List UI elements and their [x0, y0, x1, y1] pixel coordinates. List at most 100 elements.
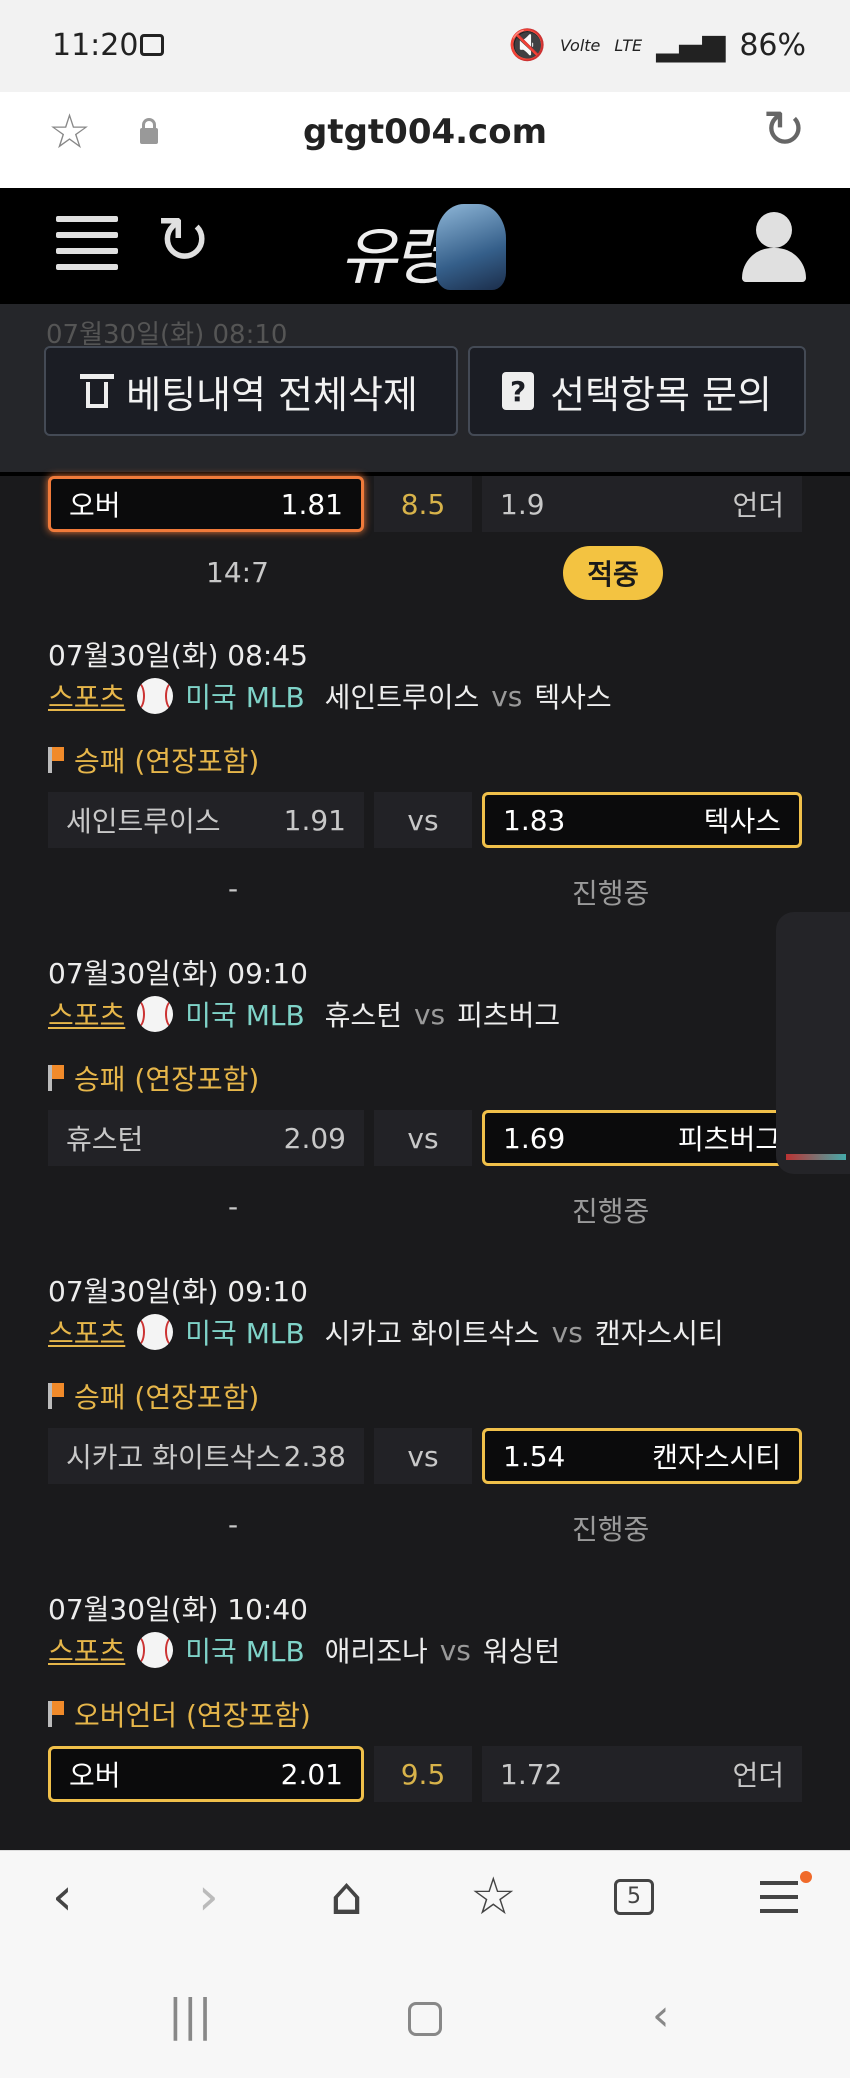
- reload-icon[interactable]: ↻: [762, 104, 806, 156]
- browser-menu-icon[interactable]: [760, 1881, 798, 1923]
- bet-datetime: 07월30일(화) 09:10: [48, 957, 308, 990]
- bet-datetime: 07월30일(화) 10:40: [48, 1593, 308, 1626]
- refresh-icon[interactable]: ↻: [156, 208, 211, 274]
- market-line: 승패 (연장포함): [48, 1376, 259, 1416]
- delete-all-history-button[interactable]: 베팅내역 전체삭제: [44, 346, 458, 436]
- bet-league-line: 스포츠 미국 MLB 세인트루이스 vs 텍사스: [48, 676, 612, 716]
- sport-link[interactable]: 스포츠: [48, 1630, 125, 1670]
- gallery-notification-icon: [140, 34, 164, 56]
- sport-link[interactable]: 스포츠: [48, 676, 125, 716]
- flag-icon: [48, 1701, 64, 1727]
- market-line: 승패 (연장포함): [48, 1058, 259, 1098]
- bet-odds-row: 세인트루이스 1.91 vs 1.83 텍사스: [48, 792, 802, 848]
- notification-dot: [800, 1871, 812, 1883]
- floating-side-panel[interactable]: [776, 912, 850, 1174]
- home-team: 세인트루이스: [324, 681, 480, 714]
- recent-apps-icon[interactable]: |||: [168, 1994, 212, 2038]
- bet-score: -: [228, 1190, 239, 1223]
- status-bar: 11:20 🔇 Volte LTE ▂▄▆ 86%: [0, 0, 850, 92]
- result-hit-badge: 적중: [563, 546, 663, 600]
- market-name: 승패 (연장포함): [74, 745, 260, 778]
- vs-text: vs: [413, 997, 446, 1031]
- odds-vs: vs: [374, 1110, 472, 1166]
- bet-datetime: 07월30일(화) 08:45: [48, 639, 308, 672]
- volte-icon: Volte: [560, 36, 601, 55]
- system-nav-bar: ||| ‹: [0, 1960, 850, 2078]
- odds-vs: vs: [374, 792, 472, 848]
- bet-score: -: [228, 1508, 239, 1541]
- sport-link[interactable]: 스포츠: [48, 994, 125, 1034]
- odds-away-selected[interactable]: 1.69 피츠버그: [482, 1110, 802, 1166]
- flag-icon: [48, 747, 64, 773]
- menu-icon[interactable]: [56, 216, 118, 278]
- home-icon[interactable]: ⌂: [330, 1871, 363, 1923]
- odds-home[interactable]: 휴스턴 2.09: [48, 1110, 364, 1166]
- vs-text: vs: [491, 679, 523, 713]
- market-name: 승패 (연장포함): [74, 1381, 260, 1414]
- baseball-icon: [137, 1314, 174, 1350]
- delete-all-label: 베팅내역 전체삭제: [126, 372, 418, 417]
- away-team: 캔자스시티: [594, 1317, 724, 1350]
- away-team: 텍사스: [534, 681, 612, 714]
- back-icon[interactable]: ‹: [52, 1871, 73, 1923]
- battery-text: 86%: [739, 28, 806, 63]
- odds-over-selected[interactable]: 오버 2.01: [48, 1746, 364, 1802]
- odds-home[interactable]: 시카고 화이트삭스 2.38: [48, 1428, 364, 1484]
- question-icon: ?: [502, 372, 535, 410]
- baseball-icon: [137, 996, 174, 1032]
- trash-icon: [80, 374, 115, 408]
- baseball-icon: [137, 1632, 174, 1668]
- bet-status: 진행중: [572, 877, 650, 910]
- odds-away-selected[interactable]: 1.54 캔자스시티: [482, 1428, 802, 1484]
- odds-under[interactable]: 1.9 언더: [482, 476, 802, 532]
- mute-icon: 🔇: [508, 28, 547, 63]
- bet-league-line: 스포츠 미국 MLB 휴스턴 vs 피츠버그: [48, 994, 560, 1034]
- odds-home[interactable]: 세인트루이스 1.91: [48, 792, 364, 848]
- tabs-icon[interactable]: 5: [614, 1879, 654, 1915]
- inquiry-label: 선택항목 문의: [550, 372, 772, 417]
- bookmarks-icon[interactable]: ☆: [470, 1871, 517, 1923]
- bet-league-line: 스포츠 미국 MLB 애리조나 vs 워싱턴: [48, 1630, 560, 1670]
- action-toolbar: 베팅내역 전체삭제 ? 선택항목 문의: [0, 340, 850, 452]
- odds-over-selected[interactable]: 오버 1.81: [48, 476, 364, 532]
- vs-text: vs: [551, 1315, 583, 1349]
- site-logo[interactable]: 유령: [340, 200, 510, 294]
- market-line: 오버언더 (연장포함): [48, 1694, 311, 1734]
- bet-odds-row: 시카고 화이트삭스 2.38 vs 1.54 캔자스시티: [48, 1428, 802, 1484]
- signal-icon: ▂▄▆: [656, 28, 726, 63]
- sport-link[interactable]: 스포츠: [48, 1312, 125, 1352]
- bet-odds-row: 오버 2.01 9.5 1.72 언더: [48, 1746, 802, 1802]
- market-name: 승패 (연장포함): [74, 1063, 260, 1096]
- bet-history-content: 07월30일(화) 08:10 베팅내역 전체삭제 ? 선택항목 문의 오버 1…: [0, 304, 850, 1844]
- odds-line: 9.5: [374, 1746, 472, 1802]
- system-home-icon[interactable]: [408, 2002, 442, 2036]
- bet-datetime: 07월30일(화) 09:10: [48, 1275, 308, 1308]
- browser-address-bar: ☆ gtgt004.com ↻: [0, 92, 850, 189]
- vs-text: vs: [439, 1633, 471, 1667]
- inquiry-selected-button[interactable]: ? 선택항목 문의: [468, 346, 806, 436]
- league-name: 미국 MLB: [185, 999, 305, 1032]
- league-name: 미국 MLB: [185, 681, 305, 714]
- bet-odds-row: 휴스턴 2.09 vs 1.69 피츠버그: [48, 1110, 802, 1166]
- odds-line: 8.5: [374, 476, 472, 532]
- odds-away-selected[interactable]: 1.83 텍사스: [482, 792, 802, 848]
- league-name: 미국 MLB: [185, 1317, 305, 1350]
- forward-icon[interactable]: ›: [198, 1871, 219, 1923]
- url-text[interactable]: gtgt004.com: [0, 112, 850, 152]
- bet-score: 14:7: [206, 556, 269, 589]
- lte-icon: LTE: [614, 36, 643, 55]
- status-icons: 🔇 Volte LTE ▂▄▆ 86%: [509, 28, 806, 63]
- home-team: 애리조나: [324, 1635, 428, 1668]
- clock: 11:20: [52, 28, 139, 63]
- market-name: 오버언더 (연장포함): [74, 1699, 311, 1732]
- odds-under[interactable]: 1.72 언더: [482, 1746, 802, 1802]
- home-team: 휴스턴: [324, 999, 402, 1032]
- logo-figure: [436, 204, 506, 290]
- baseball-icon: [137, 678, 174, 714]
- system-back-icon[interactable]: ‹: [652, 1994, 670, 2038]
- odds-vs: vs: [374, 1428, 472, 1484]
- site-header: ↻ 유령: [0, 188, 850, 304]
- bet-odds-row: 오버 1.81 8.5 1.9 언더: [48, 476, 802, 532]
- logo-text: 유령: [340, 220, 450, 293]
- user-icon[interactable]: [742, 212, 806, 282]
